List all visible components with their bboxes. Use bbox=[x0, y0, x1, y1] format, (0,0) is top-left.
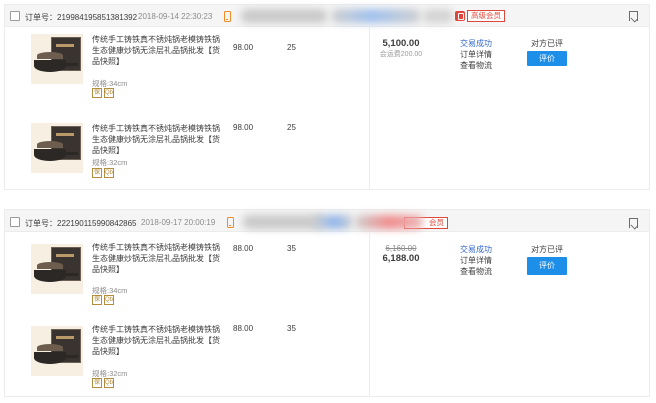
unit-price: 98.00 bbox=[233, 43, 254, 52]
product-title[interactable]: 传统手工铸铁真不锈炖锅老模铸铁锅生态健康炒锅无涂层礼品锅批发【货品快照】 bbox=[92, 123, 222, 156]
logistics-link[interactable]: 查看物流 bbox=[460, 60, 492, 71]
member-badge-icon bbox=[455, 11, 465, 21]
service-icons: 保 Qb bbox=[92, 168, 116, 178]
redacted-seller-name bbox=[423, 9, 453, 23]
order-number: 订单号：222190115990842865 bbox=[25, 219, 137, 228]
phone-icon[interactable] bbox=[224, 11, 231, 22]
trade-status: 交易成功 bbox=[460, 39, 492, 48]
column-divider bbox=[369, 27, 370, 189]
order-item: 传统手工铸铁真不锈炖锅老模铸铁锅生态健康炒锅无涂层礼品锅批发【货品快照】 规格:… bbox=[5, 312, 367, 392]
guarantee-icon[interactable]: 保 bbox=[92, 88, 102, 98]
order-date: 2018-09-14 22:30:23 bbox=[138, 12, 213, 21]
review-button[interactable]: 评价 bbox=[527, 51, 567, 66]
product-title[interactable]: 传统手工铸铁真不锈炖锅老模铸铁锅生态健康炒锅无涂层礼品锅批发【货品快照】 bbox=[92, 242, 222, 275]
service-icons: 保 Qb bbox=[92, 378, 116, 388]
product-title[interactable]: 传统手工铸铁真不锈炖锅老模铸铁锅生态健康炒锅无涂层礼品锅批发【货品快照】 bbox=[92, 324, 222, 357]
total-amount: 5,100.00 bbox=[382, 38, 420, 49]
order-date: 2018-09-17 20:00:19 bbox=[141, 218, 216, 227]
service-icons: 保 Qb bbox=[92, 88, 116, 98]
product-title[interactable]: 传统手工铸铁真不锈炖锅老模铸铁锅生态健康炒锅无涂层礼品锅批发【货品快照】 bbox=[92, 34, 222, 67]
total-amount: 6,188.00 bbox=[382, 253, 420, 264]
review-area: 对方已评 评价 bbox=[527, 244, 567, 275]
order-header: 订单号：222190115990842865 2018-09-17 20:00:… bbox=[5, 210, 649, 232]
order-total: 6,160.00 6,188.00 bbox=[371, 244, 431, 264]
review-button[interactable]: 评价 bbox=[527, 257, 567, 275]
guarantee-icon[interactable]: 保 bbox=[92, 295, 102, 305]
product-image[interactable] bbox=[31, 326, 83, 376]
product-image[interactable] bbox=[31, 244, 83, 294]
product-image[interactable] bbox=[31, 34, 83, 84]
quality-icon[interactable]: Qb bbox=[104, 378, 114, 388]
order-checkbox[interactable] bbox=[10, 11, 20, 21]
quantity: 35 bbox=[287, 244, 296, 253]
guarantee-icon[interactable]: 保 bbox=[92, 168, 102, 178]
quantity: 35 bbox=[287, 324, 296, 333]
member-level-badge: 高级会员 bbox=[467, 10, 505, 22]
order-status: 交易成功 订单详情 查看物流 bbox=[460, 38, 492, 71]
service-icons: 保 Qb bbox=[92, 295, 116, 305]
quality-icon[interactable]: Qb bbox=[104, 88, 114, 98]
order-header: 订单号：219984195851381392 2018-09-14 22:30:… bbox=[5, 5, 649, 27]
flag-icon[interactable] bbox=[629, 11, 638, 21]
review-area: 对方已评 评价 bbox=[527, 38, 567, 66]
order-status: 交易成功 订单详情 查看物流 bbox=[460, 244, 492, 277]
order-checkbox[interactable] bbox=[10, 217, 20, 227]
original-price: 6,160.00 bbox=[385, 244, 417, 253]
quality-icon[interactable]: Qb bbox=[104, 295, 114, 305]
product-spec: 规格:32cm bbox=[92, 158, 128, 167]
order-number: 订单号：219984195851381392 bbox=[25, 13, 138, 22]
quantity: 25 bbox=[287, 43, 296, 52]
redacted-seller-name bbox=[331, 9, 421, 23]
flag-icon[interactable] bbox=[629, 218, 638, 228]
order-total: 5,100.00 会运费200.00 bbox=[371, 38, 431, 59]
order-item: 传统手工铸铁真不锈炖锅老模铸铁锅生态健康炒锅无涂层礼品锅批发【货品快照】 规格:… bbox=[5, 27, 367, 107]
redacted-seller-name bbox=[243, 215, 323, 229]
logistics-link[interactable]: 查看物流 bbox=[460, 266, 492, 277]
column-divider bbox=[369, 232, 370, 397]
order-item: 传统手工铸铁真不锈炖锅老模铸铁锅生态健康炒锅无涂层礼品锅批发【货品快照】 规格:… bbox=[5, 107, 367, 187]
quality-icon[interactable]: Qb bbox=[104, 168, 114, 178]
trade-status: 交易成功 bbox=[460, 245, 492, 254]
review-status: 对方已评 bbox=[531, 39, 563, 48]
redacted-seller-name bbox=[313, 215, 353, 229]
shipping-fee: 会运费200.00 bbox=[379, 51, 423, 58]
order-detail-link[interactable]: 订单详情 bbox=[460, 255, 492, 266]
product-image[interactable] bbox=[31, 123, 83, 173]
redacted-seller-name bbox=[355, 215, 423, 229]
order-detail-link[interactable]: 订单详情 bbox=[460, 49, 492, 60]
unit-price: 88.00 bbox=[233, 324, 254, 333]
review-status: 对方已评 bbox=[531, 245, 563, 254]
redacted-seller-name bbox=[241, 9, 327, 23]
quantity: 25 bbox=[287, 123, 296, 132]
guarantee-icon[interactable]: 保 bbox=[92, 378, 102, 388]
unit-price: 88.00 bbox=[233, 244, 254, 253]
order-card: 订单号：219984195851381392 2018-09-14 22:30:… bbox=[4, 4, 650, 190]
order-card: 订单号：222190115990842865 2018-09-17 20:00:… bbox=[4, 209, 650, 397]
phone-icon[interactable] bbox=[227, 217, 234, 228]
unit-price: 98.00 bbox=[233, 123, 254, 132]
order-item: 传统手工铸铁真不锈炖锅老模铸铁锅生态健康炒锅无涂层礼品锅批发【货品快照】 规格:… bbox=[5, 232, 367, 312]
